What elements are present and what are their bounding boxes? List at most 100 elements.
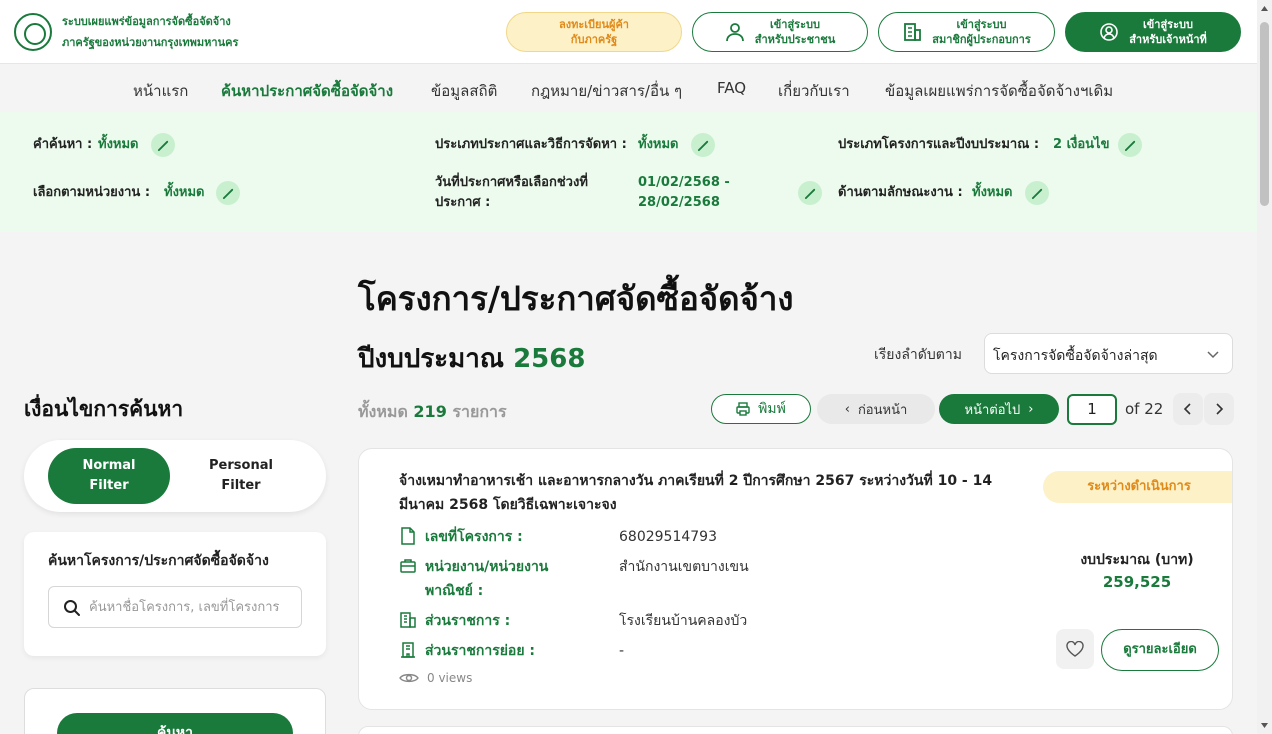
brand-line-1: ระบบเผยแพร่ข้อมูลการจัดซื้อจัดจ้าง (62, 15, 231, 28)
edit-project-type-button[interactable] (1118, 133, 1142, 157)
building-icon (904, 23, 922, 41)
page-next-arrow-button[interactable] (1204, 393, 1234, 425)
agency-value: สำนักงานเขตบางเขน (619, 559, 749, 575)
budget-label: งบประมาณ (บาท) (1080, 552, 1194, 568)
result-card-next (358, 726, 1233, 734)
officer-badge-icon (1100, 23, 1118, 41)
officer-login-button[interactable]: เข้าสู่ระบบ สำหรับเจ้าหน้าที่ (1065, 12, 1241, 52)
chevron-left-icon (1183, 403, 1191, 415)
department-label: ส่วนราชการ : (425, 613, 511, 629)
print-label: พิมพ์ (758, 401, 786, 417)
page-count: of 22 (1125, 400, 1163, 418)
date-label-line-1: วันที่ประกาศหรือเลือกช่วงที่ (435, 175, 588, 190)
agency-label-line-1: หน่วยงาน/หน่วยงาน (425, 559, 549, 575)
main-nav: หน้าแรก ค้นหาประกาศจัดซื้อจัดจ้าง ข้อมูล… (0, 64, 1257, 112)
favorite-button[interactable] (1056, 629, 1094, 669)
chevron-right-icon (1216, 403, 1224, 415)
agency-filter-label: เลือกตามหน่วยงาน : (33, 185, 151, 200)
register-vendor-button[interactable]: ลงทะเบียนผู้ค้า กับภาครัฐ (506, 12, 682, 52)
print-button[interactable]: พิมพ์ (711, 394, 811, 424)
search-submit-button[interactable]: ค้นหา (57, 713, 293, 734)
page-number-input[interactable]: 1 (1067, 394, 1117, 425)
personal-filter-line-1: Personal (209, 458, 273, 473)
nav-item-search-announcements[interactable]: ค้นหาประกาศจัดซื้อจัดจ้าง (221, 79, 393, 103)
work-type-label: ด้านตามลักษณะงาน : (838, 185, 963, 200)
citizen-line-1: เข้าสู่ระบบ (770, 18, 820, 31)
date-value-line-1: 01/02/2568 - (638, 175, 730, 190)
scroll-down-arrow-icon[interactable] (1260, 721, 1269, 730)
citizen-line-2: สำหรับประชาชน (754, 33, 836, 46)
pencil-icon (1031, 188, 1042, 199)
project-search-card: ค้นหาโครงการ/ประกาศจัดซื้อจัดจ้าง (24, 532, 326, 656)
total-suffix: รายการ (452, 402, 507, 421)
sort-label: เรียงลำดับตาม (874, 347, 962, 363)
fiscal-year-value: 2568 (513, 344, 586, 374)
project-number-value: 68029514793 (619, 529, 717, 545)
chevron-left-icon: ‹ (844, 401, 850, 417)
page-scrollbar[interactable] (1257, 0, 1272, 734)
building-icon (400, 612, 416, 628)
agency-filter-value: ทั้งหมด (164, 185, 205, 200)
next-page-button[interactable]: หน้าต่อไป › (939, 394, 1059, 424)
project-type-value: 2 เงื่อนไข (1053, 137, 1110, 152)
nav-item-legacy-data[interactable]: ข้อมูลเผยแพร่การจัดซื้อจัดจ้างฯเดิม (885, 79, 1113, 103)
work-type-value: ทั้งหมด (972, 185, 1013, 200)
nav-item-about[interactable]: เกี่ยวกับเรา (778, 79, 850, 103)
sort-select[interactable]: โครงการจัดซื้อจัดจ้างล่าสุด (984, 333, 1233, 374)
page-prev-arrow-button[interactable] (1173, 393, 1203, 425)
office-building-icon (401, 642, 415, 658)
nav-item-law-news[interactable]: กฎหมาย/ข่าวสาร/อื่น ๆ (531, 79, 682, 103)
edit-keyword-button[interactable] (151, 133, 175, 157)
search-icon (64, 600, 80, 616)
edit-agency-button[interactable] (216, 181, 240, 205)
search-action-card: ค้นหา (24, 688, 326, 734)
project-title[interactable]: จ้างเหมาทำอาหารเช้า และอาหารกลางวัน ภาคเ… (399, 469, 1039, 517)
pencil-icon (222, 188, 233, 199)
project-search-title: ค้นหาโครงการ/ประกาศจัดซื้อจัดจ้าง (48, 553, 269, 569)
announce-type-value: ทั้งหมด (638, 137, 679, 152)
member-login-button[interactable]: เข้าสู่ระบบ สมาชิกผู้ประกอบการ (878, 12, 1055, 52)
date-value-line-2: 28/02/2568 (638, 195, 720, 210)
sort-selected-value: โครงการจัดซื้อจัดจ้างล่าสุด (993, 348, 1158, 364)
personal-filter-line-2: Filter (221, 478, 261, 493)
fiscal-year-heading: ปีงบประมาณ 2568 (358, 338, 585, 379)
edit-date-button[interactable] (798, 181, 822, 205)
pencil-icon (804, 188, 815, 199)
nav-item-statistics[interactable]: ข้อมูลสถิติ (431, 79, 497, 103)
citizen-login-button[interactable]: เข้าสู่ระบบ สำหรับประชาชน (692, 12, 868, 52)
page-total: 22 (1144, 400, 1164, 418)
member-line-1: เข้าสู่ระบบ (956, 18, 1007, 31)
chevron-right-icon: › (1028, 401, 1034, 417)
pencil-icon (157, 140, 168, 151)
view-details-button[interactable]: ดูรายละเอียด (1101, 629, 1219, 671)
member-line-2: สมาชิกผู้ประกอบการ (932, 33, 1031, 46)
user-icon (725, 23, 744, 42)
scrollbar-thumb[interactable] (1260, 22, 1269, 206)
bma-logo[interactable] (14, 13, 52, 51)
chevron-down-icon (1207, 351, 1219, 359)
result-card: จ้างเหมาทำอาหารเช้า และอาหารกลางวัน ภาคเ… (358, 448, 1233, 710)
officer-line-2: สำหรับเจ้าหน้าที่ (1129, 33, 1207, 46)
previous-page-button[interactable]: ‹ ก่อนหน้า (817, 394, 935, 424)
edit-announce-type-button[interactable] (691, 133, 715, 157)
brand-title[interactable]: ระบบเผยแพร่ข้อมูลการจัดซื้อจัดจ้าง ภาครั… (62, 11, 238, 53)
subdepartment-label: ส่วนราชการย่อย : (425, 643, 536, 659)
header: ระบบเผยแพร่ข้อมูลการจัดซื้อจัดจ้าง ภาครั… (0, 0, 1257, 64)
total-prefix: ทั้งหมด (358, 402, 408, 421)
view-count-text: 0 views (427, 671, 473, 685)
nav-item-home[interactable]: หน้าแรก (133, 79, 188, 103)
scroll-up-arrow-icon[interactable] (1260, 4, 1269, 13)
nav-item-faq[interactable]: FAQ (717, 79, 746, 97)
register-line-1: ลงทะเบียนผู้ค้า (559, 18, 629, 31)
announce-type-label: ประเภทประกาศและวิธีการจัดหา : (435, 137, 627, 152)
normal-filter-tab[interactable]: Normal Filter (48, 448, 170, 504)
project-number-label: เลขที่โครงการ : (425, 529, 523, 545)
project-search-input[interactable] (89, 595, 297, 619)
edit-work-type-button[interactable] (1025, 181, 1049, 205)
brand-line-2: ภาครัฐของหน่วยงานกรุงเทพมหานคร (62, 36, 239, 49)
printer-icon (736, 402, 750, 416)
department-value: โรงเรียนบ้านคลองบัว (619, 613, 748, 629)
date-label-line-2: ประกาศ : (435, 195, 491, 210)
normal-filter-line-1: Normal (82, 458, 136, 473)
personal-filter-tab[interactable]: Personal Filter (180, 448, 302, 504)
